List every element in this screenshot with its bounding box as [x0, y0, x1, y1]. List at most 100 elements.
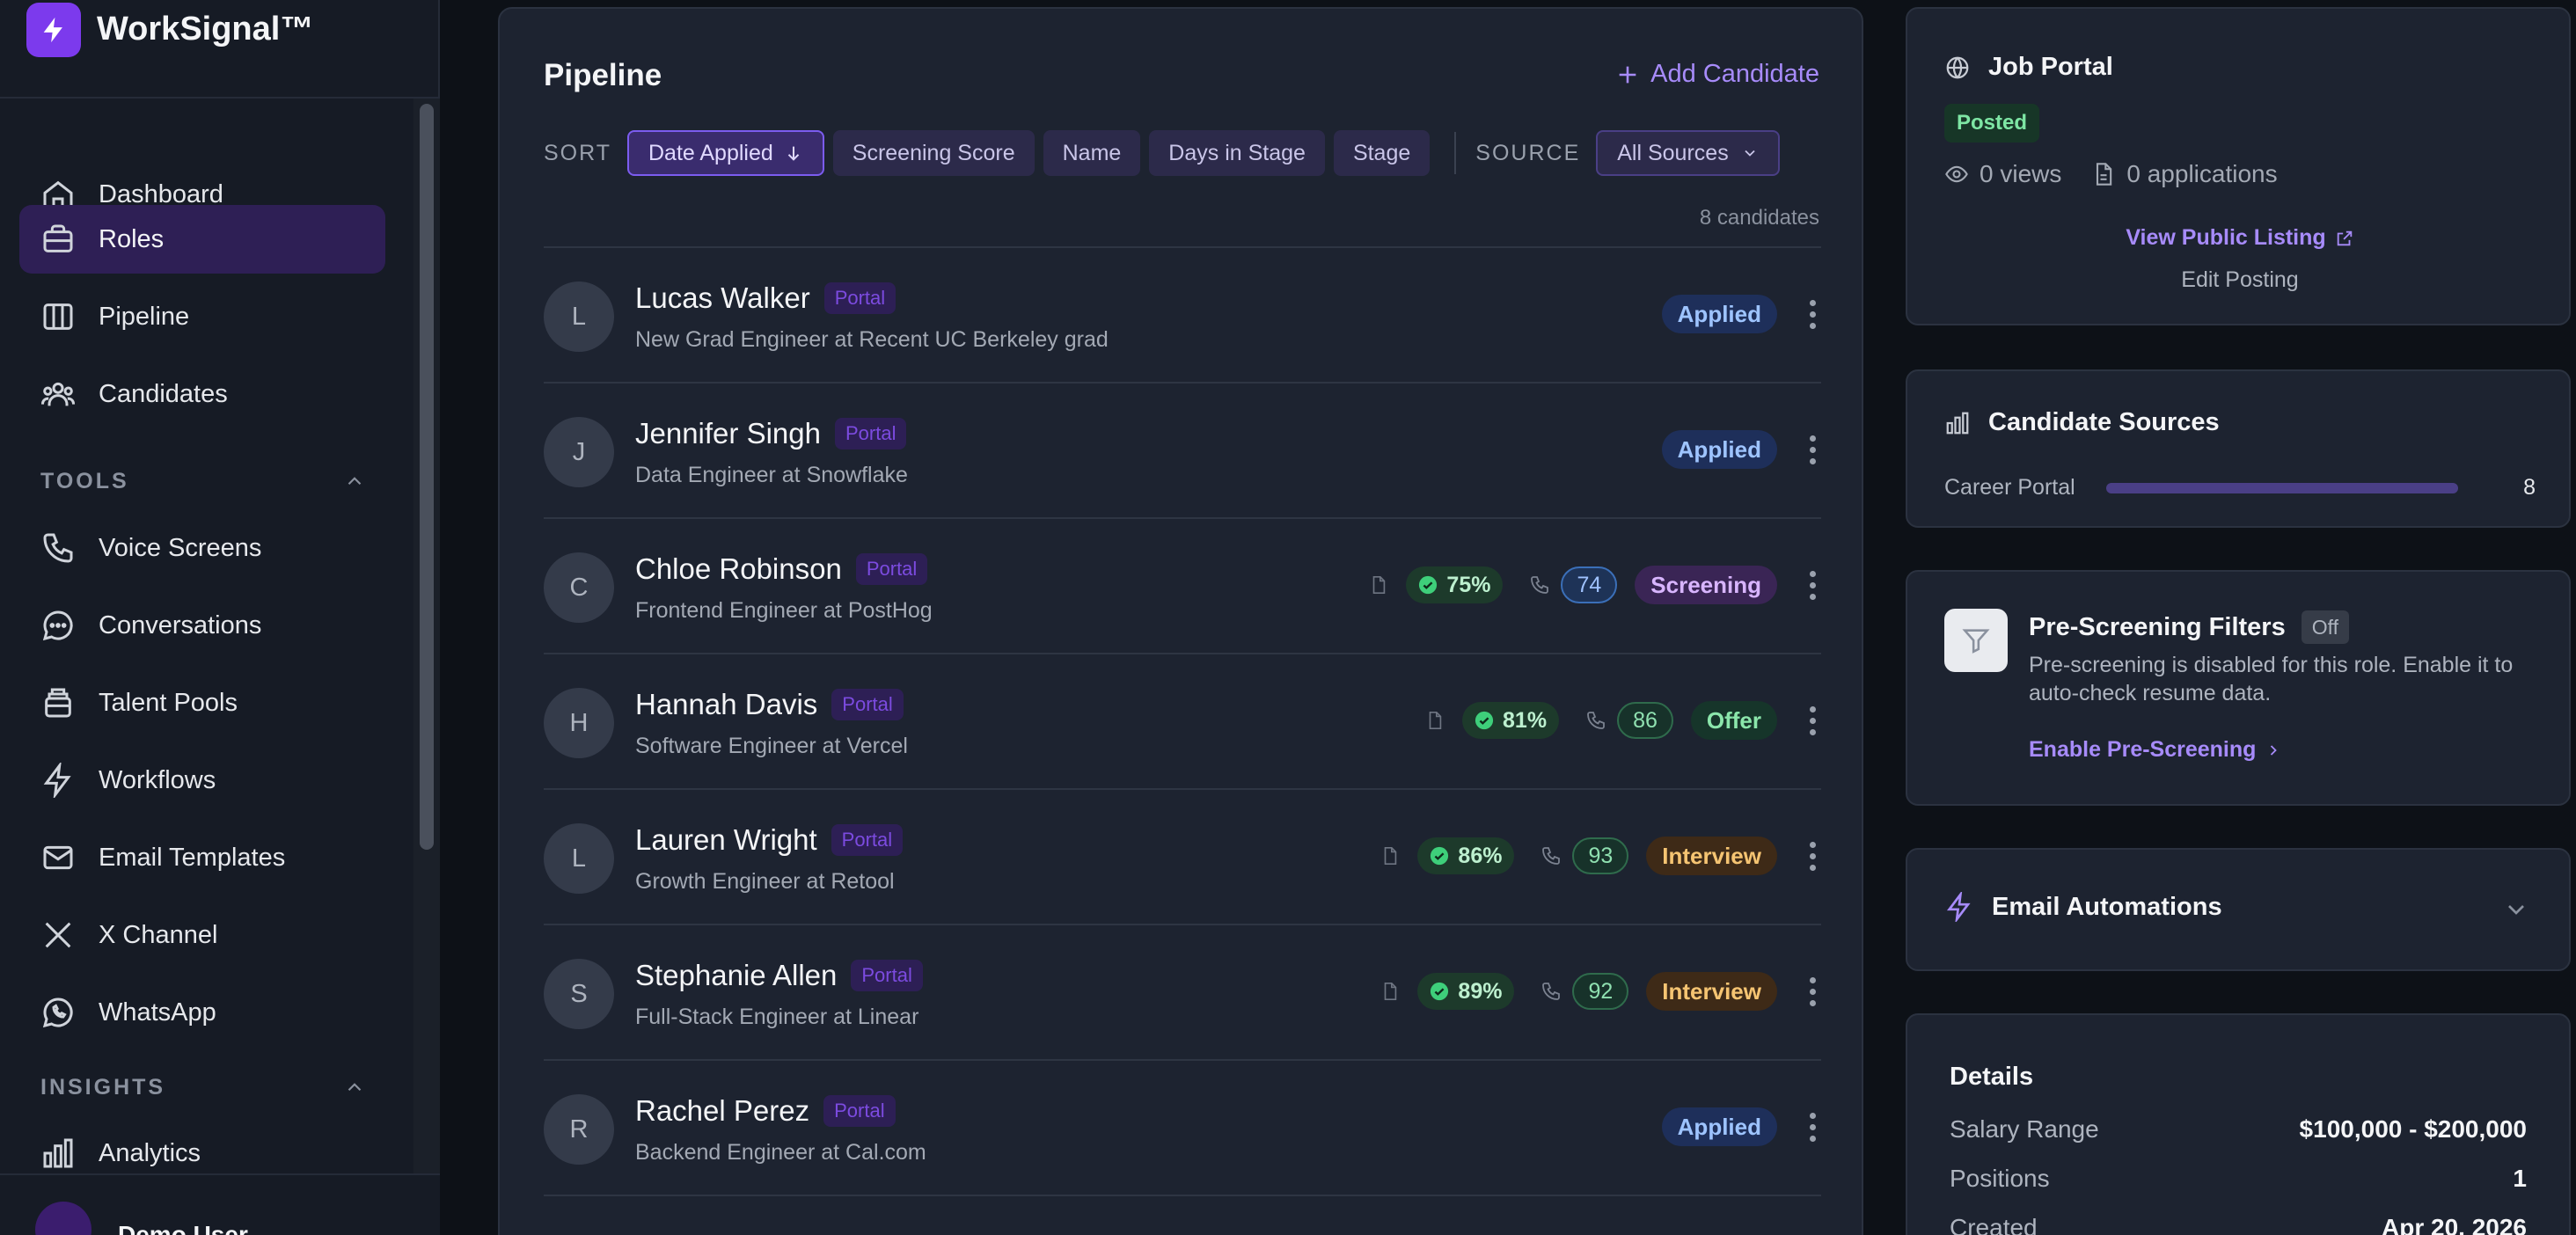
more-options-icon[interactable] [1804, 839, 1821, 873]
email-automations-card[interactable]: Email Automations [1906, 848, 2571, 971]
sidebar-item-talent-pools[interactable]: Talent Pools [19, 669, 385, 737]
sort-option-label: Stage [1352, 140, 1411, 165]
sort-date-applied-button[interactable]: Date Applied [627, 130, 824, 176]
sidebar-item-roles[interactable]: Roles [19, 205, 385, 274]
sidebar-item-voice-screens[interactable]: Voice Screens [19, 514, 385, 582]
screening-score-value: 89% [1458, 978, 1503, 1004]
sort-label: SORT [544, 140, 611, 165]
toolbar-divider [1454, 132, 1457, 174]
sidebar-item-label: WhatsApp [99, 998, 216, 1027]
sort-stage-button[interactable]: Stage [1333, 130, 1431, 176]
status-badge[interactable]: Offer [1690, 701, 1777, 740]
enable-pre-screening-link[interactable]: Enable Pre-Screening [2029, 737, 2282, 763]
candidate-name-line: Hannah Davis Portal [635, 688, 904, 721]
candidate-row[interactable]: R Rachel Perez Portal Backend Engineer at C… [544, 1061, 1821, 1196]
check-circle-icon [1475, 711, 1503, 730]
mail-icon [43, 845, 73, 870]
phone-icon [1540, 845, 1562, 866]
candidate-row[interactable]: J Jennifer Singh Portal Data Engineer at Sn… [544, 384, 1821, 519]
source-progress-bar [2106, 482, 2458, 493]
chevron-down-icon[interactable] [2502, 895, 2530, 924]
resume-document-icon[interactable] [1380, 846, 1400, 866]
more-options-icon[interactable] [1804, 975, 1821, 1009]
chevron-up-icon[interactable] [343, 470, 366, 493]
avatar: J [544, 417, 614, 487]
resume-document-icon[interactable] [1369, 575, 1388, 595]
candidate-row-actions: 75% 74 Screening [1369, 556, 1821, 614]
enable-pre-screening-label: Enable Pre-Screening [2029, 737, 2257, 762]
sort-days-in-stage-button[interactable]: Days in Stage [1149, 130, 1325, 176]
candidate-row[interactable]: L Lauren Wright Portal Growth Engineer at R… [544, 790, 1821, 925]
resume-document-icon[interactable] [1380, 982, 1400, 1001]
sidebar-item-conversations[interactable]: Conversations [19, 591, 385, 660]
sidebar-item-analytics[interactable]: Analytics [19, 1119, 385, 1173]
user-menu[interactable]: Demo User [0, 1173, 440, 1235]
status-badge[interactable]: Screening [1635, 566, 1777, 604]
applications-count: 0 applications [2126, 160, 2278, 187]
candidate-name[interactable]: Jennifer Singh [635, 417, 821, 450]
edit-posting-link[interactable]: Edit Posting [2181, 267, 2298, 293]
sidebar-item-workflows[interactable]: Workflows [19, 746, 385, 815]
candidate-name[interactable]: Hannah Davis [635, 688, 817, 721]
columns-icon [43, 303, 73, 330]
avatar: L [544, 281, 614, 352]
filter-icon [1944, 609, 2008, 672]
email-automations-title: Email Automations [1992, 892, 2222, 921]
voice-score-badge: 74 [1561, 566, 1618, 603]
sidebar-item-email-templates[interactable]: Email Templates [19, 823, 385, 892]
chevron-up-icon[interactable] [343, 1076, 366, 1099]
sort-name-button[interactable]: Name [1043, 130, 1141, 176]
candidate-row[interactable]: C Chloe Robinson Portal Frontend Engineer a… [544, 519, 1821, 654]
view-public-listing-link[interactable]: View Public Listing [2126, 225, 2353, 251]
sort-option-label: Name [1062, 140, 1122, 165]
candidate-name[interactable]: Stephanie Allen [635, 959, 837, 992]
pre-screening-header: Pre-Screening Filters Off [2029, 610, 2349, 644]
sidebar-scrollbar-thumb[interactable] [420, 104, 434, 850]
tools-section-header[interactable]: TOOLS [40, 464, 366, 499]
candidate-subtitle: Backend Engineer at Cal.com [635, 1140, 926, 1165]
candidate-name[interactable]: Chloe Robinson [635, 552, 842, 586]
status-badge[interactable]: Applied [1661, 295, 1777, 333]
avatar[interactable] [35, 1202, 91, 1235]
status-badge: Posted [1944, 104, 2040, 142]
insights-section-header[interactable]: INSIGHTS [40, 1070, 366, 1105]
source-label: Career Portal [1944, 475, 2075, 500]
nav-scroll-area: Dashboard Roles Pipeline Candidates TOOL… [0, 99, 413, 1173]
voice-score-badge: 93 [1572, 837, 1629, 874]
status-badge[interactable]: Applied [1661, 430, 1777, 469]
sidebar-item-pipeline[interactable]: Pipeline [19, 282, 385, 351]
more-options-icon[interactable] [1804, 297, 1821, 332]
candidate-name[interactable]: Lucas Walker [635, 281, 810, 315]
app-name[interactable]: WorkSignal™ [97, 11, 313, 48]
external-link-icon [2337, 230, 2352, 245]
more-options-icon[interactable] [1804, 433, 1821, 467]
candidate-row[interactable]: H Hannah Davis Portal Software Engineer at … [544, 654, 1821, 790]
email-automations-header[interactable]: Email Automations [1944, 892, 2222, 922]
candidate-name-line: Lucas Walker Portal [635, 281, 896, 315]
lightning-icon [1946, 892, 1971, 922]
resume-document-icon[interactable] [1425, 711, 1445, 730]
sidebar-item-x-channel[interactable]: X Channel [19, 901, 385, 969]
candidate-name[interactable]: Rachel Perez [635, 1094, 809, 1128]
candidate-name[interactable]: Lauren Wright [635, 823, 817, 857]
more-options-icon[interactable] [1804, 568, 1821, 603]
more-options-icon[interactable] [1804, 1110, 1821, 1144]
status-badge[interactable]: Interview [1646, 972, 1777, 1011]
job-portal-header: Job Portal [1944, 53, 2113, 82]
candidate-name-line: Lauren Wright Portal [635, 823, 904, 857]
candidate-row[interactable]: L Lucas Walker Portal New Grad Engineer at … [544, 248, 1821, 384]
sort-screening-score-button[interactable]: Screening Score [832, 130, 1035, 176]
sidebar-item-whatsapp[interactable]: WhatsApp [19, 978, 385, 1047]
source-badge: Portal [855, 553, 928, 585]
source-select[interactable]: All Sources [1596, 130, 1780, 176]
avatar: C [544, 552, 614, 623]
sidebar-item-candidates[interactable]: Candidates [19, 360, 385, 428]
candidate-name-line: Jennifer Singh Portal [635, 417, 907, 450]
lightning-logo-icon[interactable] [26, 3, 81, 57]
status-badge[interactable]: Interview [1646, 837, 1777, 875]
more-options-icon[interactable] [1804, 704, 1821, 738]
candidate-row[interactable]: S Stephanie Allen Portal Full-Stack Enginee… [544, 925, 1821, 1061]
status-badge[interactable]: Applied [1661, 1107, 1777, 1146]
add-candidate-button[interactable]: Add Candidate [1615, 60, 1819, 89]
pre-screening-card: Pre-Screening Filters Off Pre-screening … [1906, 570, 2571, 806]
